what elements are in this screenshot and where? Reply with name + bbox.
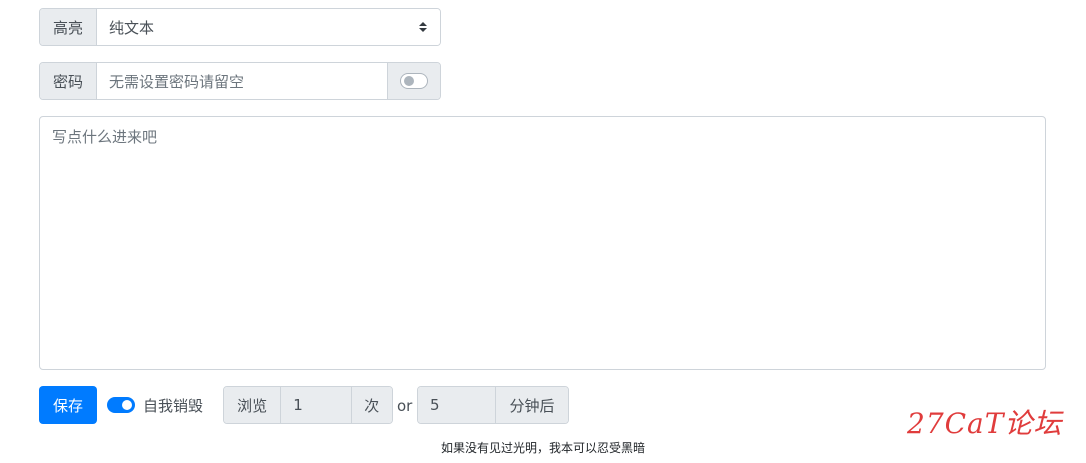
views-prefix: 浏览 <box>224 387 282 423</box>
views-limit-group: 浏览 1 次 <box>223 386 393 424</box>
password-toggle-switch[interactable] <box>400 73 428 89</box>
highlight-select-group: 高亮 纯文本 <box>39 8 441 46</box>
select-caret-icon <box>418 22 428 32</box>
password-label: 密码 <box>40 63 97 99</box>
self-destruct-toggle[interactable]: 自我销毁 <box>107 386 203 424</box>
views-suffix: 次 <box>351 387 392 423</box>
minutes-limit-group: 5 分钟后 <box>417 386 569 424</box>
content-placeholder: 写点什么进来吧 <box>52 128 158 146</box>
highlight-select[interactable]: 纯文本 <box>97 9 440 45</box>
highlight-selected-value: 纯文本 <box>109 18 155 37</box>
views-input[interactable]: 1 <box>281 387 352 423</box>
self-destruct-switch[interactable] <box>107 397 135 413</box>
or-separator: or <box>397 397 413 415</box>
self-destruct-label: 自我销毁 <box>143 396 204 415</box>
minutes-suffix: 分钟后 <box>496 387 568 423</box>
password-placeholder: 无需设置密码请留空 <box>109 72 245 91</box>
highlight-label: 高亮 <box>40 9 97 45</box>
paste-form: 高亮 纯文本 密码 无需设置密码请留空 写点什么进来吧 保存 自我销毁 浏览 1… <box>0 0 1086 463</box>
password-toggle-container <box>387 63 440 99</box>
minutes-input[interactable]: 5 <box>418 387 496 423</box>
password-input[interactable]: 无需设置密码请留空 <box>97 63 387 99</box>
watermark-logo: 27CaT论坛 <box>907 407 1063 440</box>
save-button[interactable]: 保存 <box>39 386 97 424</box>
password-group: 密码 无需设置密码请留空 <box>39 62 441 100</box>
content-textarea[interactable]: 写点什么进来吧 <box>39 116 1046 370</box>
